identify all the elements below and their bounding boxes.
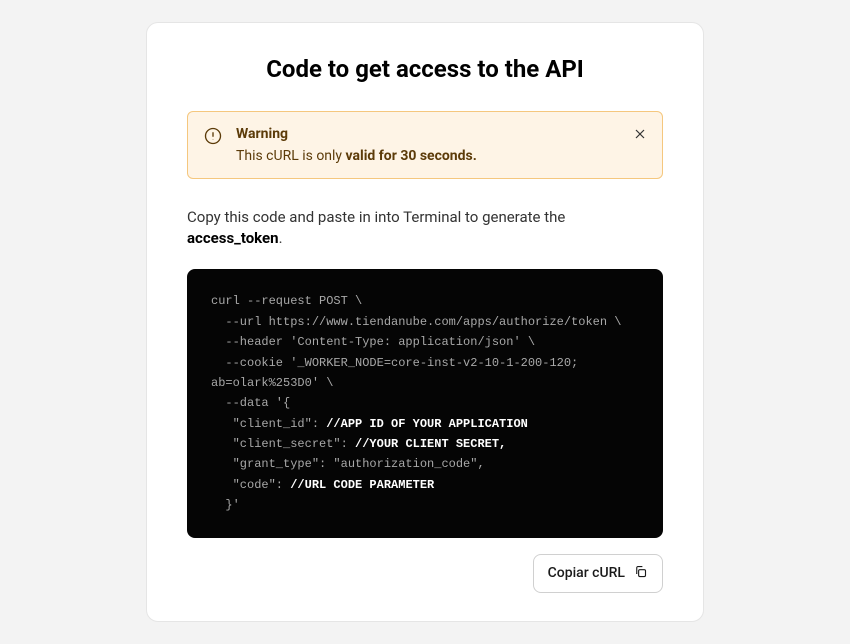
alert-title: Warning — [236, 126, 646, 142]
code-line-1: curl --request POST \ — [211, 294, 362, 308]
code-line-9a: "code": — [211, 478, 290, 492]
instruction-prefix: Copy this code and paste in into Termina… — [187, 208, 565, 226]
code-line-5: --data '{ — [211, 396, 290, 410]
close-icon — [632, 130, 648, 145]
code-line-9b: //URL CODE PARAMETER — [290, 478, 434, 492]
alert-close-button[interactable] — [632, 126, 648, 142]
code-line-6b: //APP ID OF YOUR APPLICATION — [326, 417, 528, 431]
alert-text-bold: valid for 30 seconds. — [346, 148, 477, 164]
instruction-text: Copy this code and paste in into Termina… — [187, 207, 663, 249]
code-line-8: "grant_type": "authorization_code", — [211, 457, 485, 471]
warning-alert: Warning This cURL is only valid for 30 s… — [187, 111, 663, 179]
copy-button-label: Copiar cURL — [548, 565, 625, 581]
page-title: Code to get access to the API — [187, 55, 663, 83]
code-line-6a: "client_id": — [211, 417, 326, 431]
api-access-card: Code to get access to the API Warning Th… — [146, 22, 704, 621]
alert-body: Warning This cURL is only valid for 30 s… — [236, 126, 646, 164]
code-block: curl --request POST \ --url https://www.… — [187, 269, 663, 537]
alert-text-prefix: This cURL is only — [236, 148, 346, 164]
instruction-bold: access_token — [187, 229, 279, 247]
code-line-2: --url https://www.tiendanube.com/apps/au… — [211, 315, 621, 329]
copy-curl-button[interactable]: Copiar cURL — [533, 554, 663, 593]
copy-icon — [633, 564, 648, 583]
code-line-4a: --cookie '_WORKER_NODE=core-inst-v2-10-1… — [211, 356, 578, 370]
code-line-10: }' — [211, 498, 240, 512]
button-row: Copiar cURL — [187, 554, 663, 593]
instruction-suffix: . — [279, 229, 283, 247]
code-line-4b: ab=olark%253D0' \ — [211, 376, 333, 390]
code-line-7b: //YOUR CLIENT SECRET, — [355, 437, 506, 451]
warning-icon — [204, 127, 222, 145]
code-line-7a: "client_secret": — [211, 437, 355, 451]
code-line-3: --header 'Content-Type: application/json… — [211, 335, 535, 349]
alert-text: This cURL is only valid for 30 seconds. — [236, 148, 646, 164]
